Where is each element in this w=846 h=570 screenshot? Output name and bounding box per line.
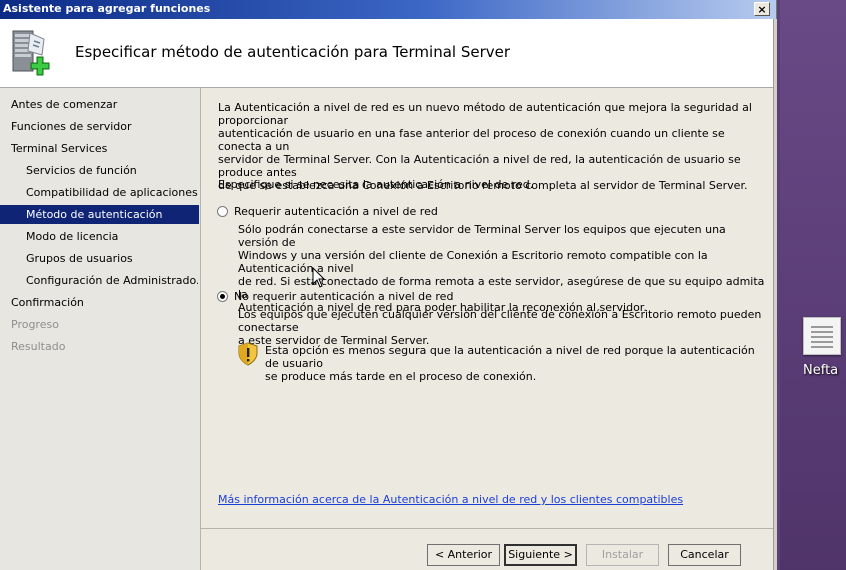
sidebar-item-progreso: Progreso	[11, 318, 59, 331]
close-button[interactable]: ×	[754, 2, 770, 16]
back-button[interactable]: < Anterior	[427, 544, 500, 566]
wizard-window: Asistente para agregar funciones × Espec…	[0, 0, 777, 570]
sidebar-item-confirmacion[interactable]: Confirmación	[11, 293, 198, 312]
require-nla-label[interactable]: Requerir autenticación a nivel de red	[234, 205, 438, 218]
sidebar-item-funciones-de-servidor[interactable]: Funciones de servidor	[11, 117, 198, 136]
sidebar: Antes de comenzar Funciones de servidor …	[0, 88, 201, 570]
footer-separator	[201, 528, 773, 529]
intro-line: La Autenticación a nivel de red es un nu…	[218, 101, 752, 127]
sidebar-item-metodo-de-autenticacion[interactable]: Método de autenticación	[0, 205, 199, 224]
description-line: Los equipos que ejecuten cualquier versi…	[238, 308, 762, 334]
intro-line: autenticación de usuario en una fase ant…	[218, 127, 725, 153]
server-add-icon	[12, 30, 50, 76]
install-button: Instalar	[586, 544, 659, 566]
next-button[interactable]: Siguiente >	[504, 544, 577, 566]
sidebar-item-configuracion[interactable]: Configuración de Administrado...	[26, 271, 198, 290]
sidebar-item-modo-de-licencia[interactable]: Modo de licencia	[26, 227, 198, 246]
security-warning-text: Esta opción es menos segura que la auten…	[265, 344, 765, 383]
require-nla-radio[interactable]	[217, 206, 228, 217]
page-title: Especificar método de autenticación para…	[75, 43, 511, 61]
no-require-nla-description: Los equipos que ejecuten cualquier versi…	[238, 308, 768, 347]
mouse-cursor-icon	[312, 267, 326, 288]
main-content: La Autenticación a nivel de red es un nu…	[201, 88, 773, 528]
title-bar[interactable]: Asistente para agregar funciones ×	[0, 0, 776, 19]
description-line: Sólo podrán conectarse a este servidor d…	[238, 223, 726, 249]
warning-line: se produce más tarde en el proceso de co…	[265, 370, 537, 383]
window-title: Asistente para agregar funciones	[3, 2, 211, 15]
shield-warning-icon	[238, 342, 258, 366]
desktop-background	[780, 0, 846, 570]
window-edge	[773, 19, 777, 570]
more-info-link[interactable]: Más información acerca de la Autenticaci…	[218, 493, 683, 506]
document-icon[interactable]	[803, 317, 841, 355]
cancel-button[interactable]: Cancelar	[668, 544, 741, 566]
warning-line: Esta opción es menos segura que la auten…	[265, 344, 755, 370]
sidebar-item-compatibilidad[interactable]: Compatibilidad de aplicaciones	[26, 183, 198, 202]
no-require-nla-radio[interactable]	[217, 291, 228, 302]
sidebar-item-resultado: Resultado	[11, 340, 66, 353]
intro-line: servidor de Terminal Server. Con la Aute…	[218, 153, 741, 179]
sidebar-item-antes-de-comenzar[interactable]: Antes de comenzar	[11, 95, 198, 114]
sidebar-item-grupos-de-usuarios[interactable]: Grupos de usuarios	[26, 249, 198, 268]
wizard-header: Especificar método de autenticación para…	[0, 19, 773, 88]
sidebar-item-terminal-services[interactable]: Terminal Services	[11, 139, 198, 158]
prompt-text: Especifique si se necesita la autenticac…	[218, 178, 534, 191]
sidebar-item-servicios-de-funcion[interactable]: Servicios de función	[26, 161, 198, 180]
desktop-icon-label[interactable]: Nefta	[803, 363, 846, 378]
no-require-nla-label[interactable]: No requerir autenticación a nivel de red	[234, 290, 453, 303]
